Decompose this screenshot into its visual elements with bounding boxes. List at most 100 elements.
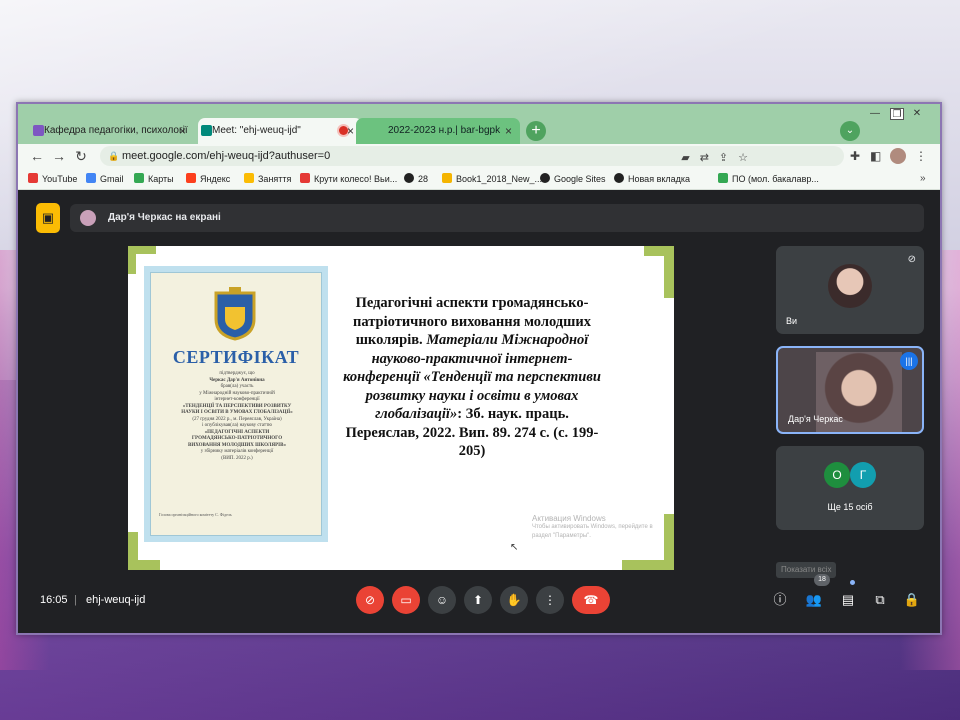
meet-stage: ▣ Дар'я Черкас на екрані СЕРТИФІКАТ підт… [18,190,940,633]
bookmark-classes[interactable]: Заняття [244,168,291,190]
shapes-icon: ⧉ [875,592,885,607]
chat-button[interactable]: ▤ [838,590,858,610]
tab-strip: Кафедра педагогіки, психології × Meet: "… [18,104,940,144]
tab-title: Meet: "ehj-weuq-ijd" [212,125,301,136]
side-panel-icon[interactable]: ◧ [870,146,881,166]
bookmark-star-icon[interactable]: ☆ [738,152,748,164]
bookmark-new-tab[interactable]: Новая вкладка [614,168,690,190]
info-icon: ⓘ [773,592,787,607]
present-screen-icon: ⬆ [472,593,484,607]
browser-menu-icon[interactable]: ⋮ [915,146,927,166]
globe-icon [404,173,414,183]
present-button[interactable]: ⬆ [464,586,492,614]
participant-tile-self[interactable]: ⊘ Ви [776,246,924,334]
mic-toggle-button[interactable]: ⊘ [356,586,384,614]
more-options-button[interactable]: ⋮ [536,586,564,614]
smile-icon: ☺ [435,593,449,607]
coat-of-arms-icon [214,287,256,341]
profile-avatar[interactable] [890,148,906,164]
bookmark-youtube[interactable]: YouTube [28,168,77,190]
address-bar-actions: ▰ ⇄ ⇪ ☆ [671,148,748,168]
back-button[interactable]: ← [28,146,46,166]
certificate-line: НАУКИ І ОСВІТИ В УМОВАХ ГЛОБАЛІЗАЦІЇ» [181,410,293,415]
presentation-icon[interactable]: ▣ [36,203,60,233]
mic-off-icon: ⊘ [364,593,376,607]
raise-hand-button[interactable]: ✋ [500,586,528,614]
camera-off-icon: ▭ [400,593,412,607]
camera-icon[interactable]: ▰ [681,152,689,164]
presenter-label: Дар'я Черкас на екрані [108,212,221,223]
people-button[interactable]: 👥 [804,590,824,610]
meeting-details-button[interactable]: ⓘ [770,590,790,610]
people-icon: 👥 [805,592,823,607]
slide-corner-decoration [128,246,136,274]
close-window-button[interactable]: ✕ [910,108,924,120]
lock-person-icon: 🔒 [903,592,921,607]
address-bar[interactable]: 🔒 meet.google.com/ehj-weuq-ijd?authuser=… [100,146,844,166]
avatar: О [824,462,850,488]
tab-title: Кафедра педагогіки, психології [44,125,188,136]
meeting-code: ehj-weuq-ijd [86,594,146,606]
more-vertical-icon: ⋮ [544,593,556,607]
drive-icon [718,173,728,183]
minimize-button[interactable]: — [868,108,882,120]
divider: | [74,594,77,606]
certificate-line: (ВИП. 2022 р.) [221,455,253,461]
slide-corner-decoration [622,560,674,570]
participant-count-badge: 18 [814,574,830,586]
lock-icon: 🔒 [108,151,120,161]
browser-window: Кафедра педагогіки, психології × Meet: "… [16,102,942,635]
bookmark-wheel[interactable]: Крути колесо! Вьи... [300,168,397,190]
host-controls-button[interactable]: 🔒 [902,590,922,610]
chat-icon: ▤ [841,592,855,607]
bookmark-google-sites[interactable]: Google Sites [540,168,606,190]
meeting-controls: 16:05 | ehj-weuq-ijd ⊘ ▭ ☺ ⬆ ✋ ⋮ ☎ Показ… [18,562,940,633]
share-icon[interactable]: ⇪ [719,152,728,164]
bookmark-28[interactable]: 28 [404,168,428,190]
bookmark-gmail[interactable]: Gmail [86,168,124,190]
file-icon [442,173,452,183]
mic-off-icon: ⊘ [907,254,916,265]
forward-button[interactable]: → [50,146,68,166]
participant-tile-others[interactable]: О Г Ще 15 осіб [776,446,924,530]
mouse-cursor-icon: ↖ [510,542,519,553]
bookmark-maps[interactable]: Карты [134,168,174,190]
slide-corner-decoration [644,246,674,256]
reload-button[interactable]: ↻ [72,146,90,166]
google-icon [86,173,96,183]
tab-bar-bgpk[interactable]: 2022-2023 н.р.| bar-bgpk × [356,118,520,144]
presenter-banner: Дар'я Черкас на екрані [70,204,924,232]
emoji-button[interactable]: ☺ [428,586,456,614]
activities-button[interactable]: ⧉ [870,590,890,610]
tab-search-button[interactable]: ⌄ [840,121,860,141]
maximize-button[interactable]: ❐ [890,108,904,120]
leave-call-button[interactable]: ☎ [572,586,610,614]
bookmark-yandex[interactable]: Яндекс [186,168,230,190]
participant-tile-presenter[interactable]: ||| Дар'я Черкас [776,346,924,434]
bookmark-drive[interactable]: ПО (мол. бакалавр... [718,168,819,190]
globe-icon [540,173,550,183]
certificate-image: СЕРТИФІКАТ підтверджує, що Черкас Дар'я А… [144,266,328,542]
tab-kafedra[interactable]: Кафедра педагогіки, психології × [30,118,194,144]
slide-citation: Педагогічні аспекти громадянсько-патріот… [338,294,606,461]
new-tab-button[interactable]: + [526,121,546,141]
translate-icon[interactable]: ⇄ [700,152,709,164]
camera-toggle-button[interactable]: ▭ [392,586,420,614]
bookmarks-overflow-button[interactable]: » [920,168,926,190]
hand-icon: ✋ [506,593,522,607]
toolbar: ← → ↻ 🔒 meet.google.com/ehj-weuq-ijd?aut… [18,144,940,168]
avatar: Г [850,462,876,488]
clock-time: 16:05 [40,594,68,606]
extensions-icon[interactable]: ✚ [850,146,860,166]
chat-notification-dot [850,580,855,585]
tab-meet[interactable]: Meet: "ehj-weuq-ijd" × [198,118,362,144]
slide-corner-decoration [128,560,160,570]
tab-close-button[interactable]: × [179,118,186,144]
youtube-icon [28,173,38,183]
tab-close-button[interactable]: × [347,118,354,144]
tab-close-button[interactable]: × [505,118,512,144]
participant-name: Дар'я Черкас [788,414,843,424]
bookmarks-bar: YouTube Gmail Карты Яндекс Заняття Крути… [18,168,940,190]
avatar [828,264,872,308]
bookmark-book1[interactable]: Book1_2018_New_... [442,168,542,190]
